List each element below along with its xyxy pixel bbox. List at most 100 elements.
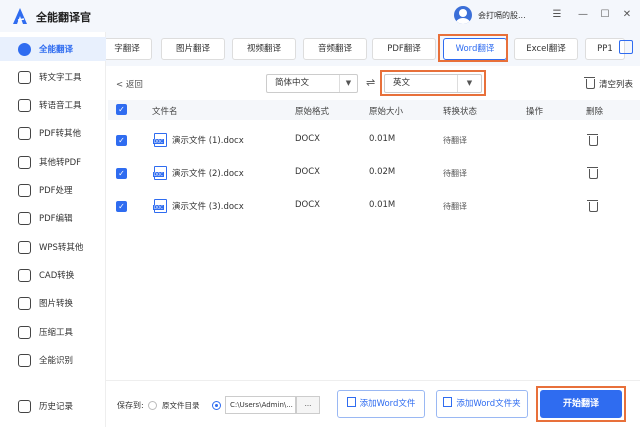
user-account[interactable]: 会打嗝的股... [454, 6, 526, 24]
sidebar-item-recognize[interactable]: 全能识别 [0, 348, 106, 372]
tab-audio-translate[interactable]: 音频翻译 [303, 38, 367, 60]
tab-video-translate[interactable]: 视频翻译 [232, 38, 296, 60]
word-file-icon [153, 133, 167, 147]
add-word-file-label: 添加Word文件 [359, 399, 416, 409]
swap-language-icon[interactable]: ⇌ [366, 76, 375, 89]
title-bar: 全能翻译官 会打嗝的股... ☰ — ☐ ✕ [0, 0, 640, 32]
avatar[interactable] [454, 6, 472, 24]
select-all-checkbox[interactable]: ✓ [116, 104, 127, 115]
clear-list-label: 清空列表 [599, 80, 634, 90]
file-format: DOCX [295, 200, 320, 210]
column-header: 原始格式 [295, 107, 330, 117]
sidebar: 全能翻译 转文字工具 转语音工具 PDF转其他 其他转PDF PDF处理 PDF… [0, 32, 106, 427]
pdf-icon [18, 126, 31, 140]
sidebar-item-label: 全能翻译 [39, 45, 74, 55]
table-row: ✓ 演示文件 (1).docx DOCX 0.01M 待翻译 [108, 124, 640, 156]
wps-icon [18, 240, 31, 254]
sidebar-item-label: PDF编辑 [39, 214, 73, 224]
sidebar-item-voice-tool[interactable]: 转语音工具 [0, 93, 106, 117]
output-path-field[interactable]: C:\Users\Admin\... [225, 396, 296, 414]
file-name: 演示文件 (3).docx [172, 202, 244, 212]
sidebar-item-history[interactable]: 历史记录 [0, 394, 106, 418]
file-status: 待翻译 [443, 202, 467, 211]
sidebar-item-pdf-to-other[interactable]: PDF转其他 [0, 121, 106, 145]
voice-icon [18, 98, 31, 112]
maximize-icon[interactable]: ☐ [598, 8, 612, 22]
custom-dir-radio[interactable] [212, 401, 221, 410]
close-icon[interactable]: ✕ [620, 8, 634, 22]
sidebar-item-image[interactable]: 图片转换 [0, 291, 106, 315]
tab-word-translate[interactable]: Word翻译 [443, 38, 507, 60]
add-word-folder-label: 添加Word文件夹 [456, 399, 521, 409]
username: 会打嗝的股... [478, 10, 526, 20]
minimize-icon[interactable]: — [576, 8, 590, 22]
add-word-folder-button[interactable]: 添加Word文件夹 [436, 390, 528, 418]
pdf-edit-icon [18, 211, 31, 225]
file-status: 待翻译 [443, 169, 467, 178]
sidebar-item-label: 转语音工具 [39, 101, 82, 111]
tab-excel-translate[interactable]: Excel翻译 [514, 38, 578, 60]
delete-row-icon[interactable] [587, 200, 598, 212]
menu-icon[interactable]: ☰ [550, 8, 564, 22]
tab-text-translate[interactable]: 字翻译 [106, 38, 152, 60]
sidebar-item-wps[interactable]: WPS转其他 [0, 235, 106, 259]
sidebar-item-label: 转文字工具 [39, 73, 82, 83]
text-icon [18, 70, 31, 84]
file-name: 演示文件 (1).docx [172, 136, 244, 146]
sidebar-item-compress[interactable]: 压缩工具 [0, 320, 106, 344]
delete-row-icon[interactable] [587, 134, 598, 146]
sidebar-item-label: PDF转其他 [39, 129, 82, 139]
pdf-process-icon [18, 183, 31, 197]
sidebar-item-label: 压缩工具 [39, 328, 74, 338]
save-to-label: 保存到: [117, 401, 144, 410]
source-dir-radio[interactable] [148, 401, 157, 410]
add-word-file-button[interactable]: 添加Word文件 [337, 390, 425, 418]
column-header: 原始大小 [369, 107, 404, 117]
trash-icon [584, 77, 595, 89]
file-format: DOCX [295, 167, 320, 177]
source-language-select[interactable]: 简体中文 ▼ [266, 74, 358, 93]
table-row: ✓ 演示文件 (2).docx DOCX 0.02M 待翻译 [108, 157, 640, 189]
sidebar-item-label: 历史记录 [39, 402, 74, 412]
convert-icon [18, 155, 31, 169]
compress-icon [18, 325, 31, 339]
sidebar-item-label: PDF处理 [39, 186, 73, 196]
sidebar-item-pdf-edit[interactable]: PDF编辑 [0, 206, 106, 230]
tab-pdf-translate[interactable]: PDF翻译 [372, 38, 436, 60]
back-link[interactable]: < 返回 [116, 78, 143, 90]
table-header: ✓ 文件名 原始格式 原始大小 转换状态 操作 删除 [108, 100, 640, 120]
home-icon[interactable] [619, 40, 633, 54]
target-language-select[interactable]: 英文 ▼ [384, 74, 482, 93]
target-language-value: 英文 [393, 78, 411, 88]
history-icon [18, 399, 31, 413]
sidebar-item-label: 图片转换 [39, 299, 74, 309]
app-logo-icon [13, 8, 27, 24]
browse-button[interactable]: ... [296, 396, 320, 414]
file-size: 0.01M [369, 200, 396, 210]
tab-bar: 字翻译 图片翻译 视频翻译 音频翻译 PDF翻译 Word翻译 Excel翻译 … [106, 32, 640, 66]
chevron-down-icon: ▼ [457, 75, 481, 92]
table-row: ✓ 演示文件 (3).docx DOCX 0.01M 待翻译 [108, 190, 640, 222]
file-name: 演示文件 (2).docx [172, 169, 244, 179]
sidebar-item-label: 全能识别 [39, 356, 74, 366]
column-header: 操作 [526, 107, 544, 117]
app-title: 全能翻译官 [36, 11, 91, 24]
clear-list-button[interactable]: 清空列表 [584, 77, 634, 90]
word-file-icon [153, 199, 167, 213]
delete-row-icon[interactable] [587, 167, 598, 179]
sidebar-item-text-tool[interactable]: 转文字工具 [0, 65, 106, 89]
start-translate-button[interactable]: 开始翻译 [540, 390, 622, 418]
file-format: DOCX [295, 134, 320, 144]
row-checkbox[interactable]: ✓ [116, 201, 127, 212]
sidebar-item-cad[interactable]: CAD转换 [0, 263, 106, 287]
row-checkbox[interactable]: ✓ [116, 168, 127, 179]
sidebar-item-label: 其他转PDF [39, 158, 82, 168]
sidebar-item-label: CAD转换 [39, 271, 75, 281]
sidebar-item-translate[interactable]: 全能翻译 [0, 37, 106, 61]
source-language-value: 简体中文 [275, 78, 310, 88]
sidebar-item-pdf-process[interactable]: PDF处理 [0, 178, 106, 202]
row-checkbox[interactable]: ✓ [116, 135, 127, 146]
tab-image-translate[interactable]: 图片翻译 [161, 38, 225, 60]
word-file-icon [153, 166, 167, 180]
sidebar-item-other-to-pdf[interactable]: 其他转PDF [0, 150, 106, 174]
